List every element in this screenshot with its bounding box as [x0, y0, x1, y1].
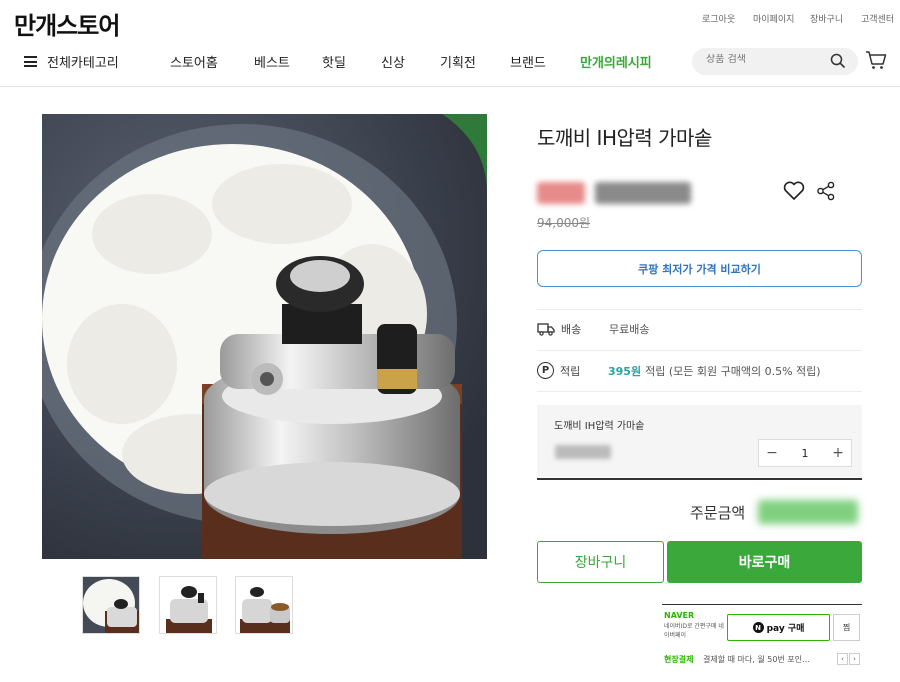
search-icon[interactable]: [830, 53, 846, 69]
total-divider: [537, 478, 862, 480]
nav-store-home[interactable]: 스토어홈: [170, 52, 218, 71]
points-label: 적립: [560, 364, 581, 378]
shipping-row: 배송 무료배송: [537, 321, 649, 337]
npay-label: pay 구매: [766, 624, 805, 634]
truck-icon: [537, 323, 555, 336]
naver-divider: [662, 604, 862, 605]
naver-description: 네이버ID로 간편구매 네이버페이: [664, 623, 724, 639]
divider: [537, 391, 862, 392]
nav-new[interactable]: 신상: [381, 52, 405, 71]
option-price-redacted: [555, 445, 611, 459]
cart-icon[interactable]: [865, 50, 887, 70]
divider: [537, 350, 862, 351]
nav-promotion[interactable]: 기획전: [440, 52, 476, 71]
cart-link[interactable]: 장바구니: [810, 12, 843, 25]
points-amount: 395원: [608, 364, 642, 378]
decrease-qty-button[interactable]: −: [759, 440, 785, 466]
price-redacted: [537, 180, 691, 206]
share-icon[interactable]: [816, 181, 836, 201]
store-logo[interactable]: 만개스토어: [14, 6, 120, 41]
add-to-cart-button[interactable]: 장바구니: [537, 541, 664, 583]
chevron-left-icon[interactable]: ‹: [837, 653, 848, 665]
naver-logo: NAVER: [664, 611, 695, 620]
onsite-payment-desc: 결제할 때 마다, 월 50번 포인…: [703, 655, 811, 664]
naver-pay-button[interactable]: N pay 구매: [727, 614, 830, 641]
price-compare-button[interactable]: 쿠팡 최저가 가격 비교하기: [537, 250, 862, 287]
thumbnail-3[interactable]: [235, 576, 293, 634]
quantity-stepper: − 1 +: [758, 439, 852, 467]
nav-recipe[interactable]: 만개의레시피: [580, 52, 652, 71]
quantity-value[interactable]: 1: [802, 447, 809, 460]
header-divider: [0, 86, 900, 87]
buy-now-button[interactable]: 바로구매: [667, 541, 862, 583]
logout-link[interactable]: 로그아웃: [702, 12, 735, 25]
shipping-label: 배송: [561, 323, 582, 336]
nav-best[interactable]: 베스트: [254, 52, 290, 71]
product-title: 도깨비 IH압력 가마솥: [537, 126, 712, 150]
all-categories-button[interactable]: 전체카테고리: [47, 52, 119, 71]
onsite-payment-label: 현장결제: [664, 655, 694, 664]
product-main-image[interactable]: [42, 114, 487, 559]
divider: [537, 309, 862, 310]
nav-brand[interactable]: 브랜드: [510, 52, 546, 71]
customer-center-link[interactable]: 고객센터: [861, 12, 894, 25]
hamburger-menu-icon[interactable]: [24, 56, 37, 67]
npay-icon: N: [752, 622, 764, 633]
thumbnail-2[interactable]: [159, 576, 217, 634]
points-row: P 적립 395원 적립 (모든 회원 구매액의 0.5% 적립): [537, 362, 821, 379]
search-box: [692, 48, 858, 75]
selected-option: 도깨비 IH압력 가마솥 − 1 +: [537, 405, 862, 477]
mypage-link[interactable]: 마이페이지: [753, 12, 794, 25]
thumbnail-1[interactable]: [82, 576, 140, 634]
total-label: 주문금액: [690, 504, 746, 522]
increase-qty-button[interactable]: +: [825, 440, 851, 466]
points-icon: P: [537, 362, 554, 379]
shipping-value: 무료배송: [609, 323, 650, 336]
search-input[interactable]: [706, 54, 826, 65]
heart-icon[interactable]: [783, 181, 805, 201]
zzim-button[interactable]: 찜: [833, 614, 860, 641]
original-price: 94,000원: [537, 216, 591, 230]
total-price-redacted: [758, 500, 858, 524]
nav-hotdeal[interactable]: 핫딜: [322, 52, 346, 71]
points-description: 적립 (모든 회원 구매액의 0.5% 적립): [645, 364, 821, 378]
chevron-right-icon[interactable]: ›: [849, 653, 860, 665]
option-name: 도깨비 IH압력 가마솥: [554, 421, 645, 432]
